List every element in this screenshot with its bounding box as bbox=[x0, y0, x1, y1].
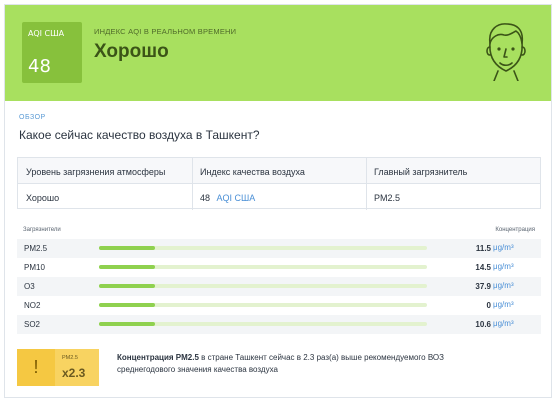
pollutant-value: 0 bbox=[486, 301, 491, 310]
air-quality-info-table: Уровень загрязнения атмосферы Индекс кач… bbox=[17, 157, 541, 210]
pollutant-bar-fill bbox=[99, 303, 155, 307]
main-pollutant-value: PM2.5 bbox=[374, 193, 401, 203]
warning-description-bold: Концентрация PM2.5 bbox=[117, 353, 199, 362]
concentration-column-header: Концентрация bbox=[495, 227, 535, 233]
pollutant-row: O3 37.9 μg/m³ bbox=[17, 277, 541, 296]
pollution-level-value: Хорошо bbox=[26, 193, 60, 203]
pollutant-row: NO2 0 μg/m³ bbox=[17, 296, 541, 315]
pollutant-name: SO2 bbox=[24, 320, 41, 329]
pollutant-unit[interactable]: μg/m³ bbox=[493, 281, 514, 290]
header-main-pollutant: Главный загрязнитель bbox=[374, 167, 468, 177]
overview-question: Какое сейчас качество воздуха в Ташкент? bbox=[19, 128, 260, 142]
pollutant-value: 10.6 bbox=[475, 320, 491, 329]
aqi-banner: AQI США 48 ИНДЕКС AQI В РЕАЛЬНОМ ВРЕМЕНИ… bbox=[5, 5, 551, 101]
pollutant-bar-track bbox=[99, 284, 427, 288]
pollutant-name: PM2.5 bbox=[24, 244, 48, 253]
pollutant-unit[interactable]: μg/m³ bbox=[493, 262, 514, 271]
header-pollution-level: Уровень загрязнения атмосферы bbox=[26, 167, 166, 177]
pollutant-column-header: Загрязнители bbox=[23, 227, 61, 233]
aqi-unit-link[interactable]: AQI США bbox=[217, 193, 256, 203]
aqi-badge-value: 48 bbox=[28, 56, 51, 77]
warning-icon: ! bbox=[17, 349, 55, 386]
pollutant-bar-track bbox=[99, 265, 427, 269]
pollutant-bar-track bbox=[99, 246, 427, 250]
aqi-number: 48 bbox=[200, 193, 211, 203]
warning-multiplier: x2.3 bbox=[62, 366, 86, 380]
pollutant-row: SO2 10.6 μg/m³ bbox=[17, 315, 541, 334]
pollutant-name: PM10 bbox=[24, 263, 45, 272]
header-aqi: Индекс качества воздуха bbox=[200, 167, 305, 177]
pollutant-name: NO2 bbox=[24, 301, 41, 310]
pollutant-bar-fill bbox=[99, 246, 155, 250]
column-divider bbox=[192, 158, 193, 210]
overview-label: ОБЗОР bbox=[19, 114, 46, 121]
pollutant-bar-fill bbox=[99, 322, 155, 326]
pollutant-unit[interactable]: μg/m³ bbox=[493, 319, 514, 328]
pm25-multiplier-badge: ! PM2.5 x2.3 bbox=[17, 349, 99, 386]
pollutant-value: 11.5 bbox=[475, 244, 491, 253]
pollutant-bar-fill bbox=[99, 284, 155, 288]
aqi-value-cell: 48 AQI США bbox=[200, 193, 255, 203]
aqi-status: Хорошо bbox=[94, 41, 169, 62]
pollutant-value: 37.9 bbox=[475, 282, 491, 291]
pollutant-unit[interactable]: μg/m³ bbox=[493, 300, 514, 309]
warning-description: Концентрация PM2.5 в стране Ташкент сейч… bbox=[117, 352, 477, 376]
pollutant-value: 14.5 bbox=[475, 263, 491, 272]
aqi-badge: AQI США 48 bbox=[22, 22, 82, 83]
pollutant-bar-track bbox=[99, 322, 427, 326]
pollutant-row: PM2.5 11.5 μg/m³ bbox=[17, 239, 541, 258]
warning-pollutant-label: PM2.5 bbox=[62, 355, 78, 361]
pollutant-row: PM10 14.5 μg/m³ bbox=[17, 258, 541, 277]
pollutant-bar-fill bbox=[99, 265, 155, 269]
air-quality-card: AQI США 48 ИНДЕКС AQI В РЕАЛЬНОМ ВРЕМЕНИ… bbox=[4, 4, 552, 398]
pollutant-name: O3 bbox=[24, 282, 35, 291]
pollutant-unit[interactable]: μg/m³ bbox=[493, 243, 514, 252]
aqi-badge-label: AQI США bbox=[28, 29, 65, 38]
pollutant-bar-track bbox=[99, 303, 427, 307]
column-divider bbox=[366, 158, 367, 210]
realtime-label: ИНДЕКС AQI В РЕАЛЬНОМ ВРЕМЕНИ bbox=[94, 27, 237, 36]
smiling-face-icon bbox=[486, 23, 526, 81]
